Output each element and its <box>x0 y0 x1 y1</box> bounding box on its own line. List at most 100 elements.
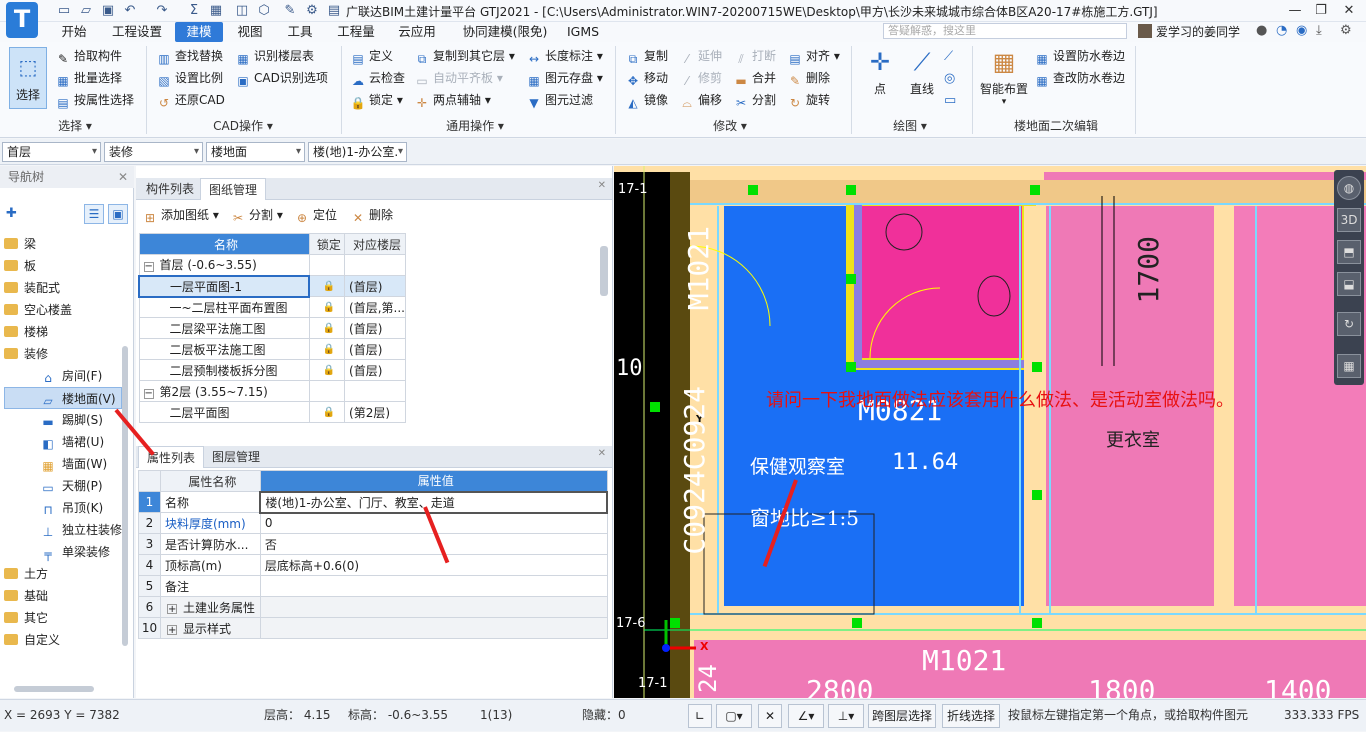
copy-button[interactable]: ⧉ 复制 <box>625 45 668 67</box>
grip-point[interactable] <box>1030 185 1040 195</box>
box-view-icon[interactable]: ⬓ <box>1337 272 1361 296</box>
nav-folder[interactable]: 基础 <box>4 585 122 607</box>
menu-quantity[interactable]: 工程量 <box>330 22 382 42</box>
split-button[interactable]: ✂ 分割 <box>733 89 776 111</box>
drawing-canvas[interactable]: Y X M1021 C0924C0924 M0821 保健观察室 11.64 窗… <box>614 166 1366 698</box>
collapse-icon[interactable]: − <box>143 388 154 399</box>
new-file-icon[interactable]: ▭ <box>56 3 72 19</box>
floor-group-row[interactable]: − 首层 (-0.6~3.55) <box>138 254 406 276</box>
nav-folder[interactable]: 自定义 <box>4 629 122 651</box>
break-button[interactable]: ⫽ 打断 <box>733 45 776 67</box>
point-button[interactable]: ✛ 点 <box>856 48 904 97</box>
move-button[interactable]: ✥ 移动 <box>625 67 668 89</box>
component-select[interactable]: 楼(地)1-办公室. <box>308 142 407 162</box>
auto-align-slab-button[interactable]: ▭ 自动平齐板 ▾ <box>414 67 503 89</box>
tool-icon[interactable]: ⚙ <box>304 3 320 19</box>
nav-item-floor[interactable]: ▱ 楼地面(V) <box>4 387 122 409</box>
lock-cell[interactable]: 🔒 <box>308 317 346 339</box>
nav-item-skirting[interactable]: ▬ 踢脚(S) <box>4 409 122 431</box>
prop-row[interactable]: 2 块料厚度(mm) 0 <box>138 512 608 534</box>
nav-hscrollbar[interactable] <box>14 686 94 692</box>
nav-folder[interactable]: 空心楼盖 <box>4 299 122 321</box>
select-button[interactable]: ⬚ 选择 <box>9 47 47 109</box>
set-scale-button[interactable]: ▧ 设置比例 <box>156 67 223 89</box>
grid-view-icon[interactable]: ▣ <box>108 204 128 224</box>
lock-cell[interactable]: 🔒 <box>308 359 346 381</box>
nav-item-column-finish[interactable]: ⊥ 独立柱装修 <box>4 519 122 541</box>
close-icon[interactable]: ✕ <box>118 166 128 188</box>
sum-icon[interactable]: Σ <box>186 3 202 19</box>
category-select[interactable]: 装修 <box>104 142 203 162</box>
grip-point[interactable] <box>1032 618 1042 628</box>
menu-view[interactable]: 视图 <box>230 22 270 42</box>
element-filter-button[interactable]: ▼ 图元过滤 <box>526 89 593 111</box>
type-select[interactable]: 楼地面 <box>206 142 305 162</box>
help-icon[interactable]: ◔ <box>1276 23 1287 38</box>
tab-component-list[interactable]: 构件列表 <box>138 178 202 200</box>
split-drawing-button[interactable]: ✂ 分割 ▾ <box>230 204 283 226</box>
cad-options-button[interactable]: ▣ CAD识别选项 <box>235 67 328 89</box>
settings-icon[interactable]: ⚙ <box>1340 23 1352 38</box>
restore-cad-button[interactable]: ↺ 还原CAD <box>156 89 225 111</box>
menu-modeling[interactable]: 建模 <box>175 22 223 42</box>
menu-tools[interactable]: 工具 <box>280 22 320 42</box>
prop-row[interactable]: 3 是否计算防水... 否 <box>138 533 608 555</box>
two-point-axis-button[interactable]: ✛ 两点辅轴 ▾ <box>414 89 491 111</box>
prop-value[interactable] <box>259 617 608 639</box>
redo-icon[interactable]: ↷ <box>154 3 170 19</box>
pen-icon[interactable]: ✎ <box>282 3 298 19</box>
lock-cell[interactable]: 🔒 <box>308 296 346 318</box>
cube-view-icon[interactable]: ⬒ <box>1337 240 1361 264</box>
length-dim-button[interactable]: ↔ 长度标注 ▾ <box>526 45 603 67</box>
close-icon[interactable]: ✕ <box>598 448 606 459</box>
drawing-row[interactable]: 一层平面图-1 🔒 (首层) <box>137 274 406 298</box>
trim-button[interactable]: ⁄ 修剪 <box>679 67 722 89</box>
tab-drawing-manage[interactable]: 图纸管理 <box>200 178 267 200</box>
cube-icon[interactable]: ⬡ <box>256 3 272 19</box>
grip-point[interactable] <box>846 274 856 284</box>
menu-igms[interactable]: IGMS <box>562 22 604 42</box>
drawing-scrollbar[interactable] <box>600 246 608 296</box>
restore-button[interactable]: ❐ <box>1306 0 1336 22</box>
polyline-select-button[interactable]: 折线选择 <box>942 704 1000 728</box>
mirror-button[interactable]: ◭ 镜像 <box>625 89 668 111</box>
pick-component-button[interactable]: ✎ 拾取构件 <box>55 45 122 67</box>
set-waterproof-button[interactable]: ▦ 设置防水卷边 <box>1034 45 1125 67</box>
expand-icon[interactable]: + <box>166 624 177 635</box>
find-replace-button[interactable]: ▥ 查找替换 <box>156 45 223 67</box>
floor-plan[interactable] <box>614 166 1366 698</box>
locate-button[interactable]: ⊕ 定位 <box>294 204 337 226</box>
nav-folder[interactable]: 装配式 <box>4 277 122 299</box>
nav-folder[interactable]: 楼梯 <box>4 321 122 343</box>
collapse-icon[interactable]: − <box>143 262 154 273</box>
3d-view-icon[interactable]: 3D <box>1337 208 1361 232</box>
grip-point[interactable] <box>852 618 862 628</box>
grip-point[interactable] <box>1032 362 1042 372</box>
edit-waterproof-button[interactable]: ▦ 查改防水卷边 <box>1034 67 1125 89</box>
download-icon[interactable]: ⤓ <box>1316 23 1322 38</box>
prop-value[interactable] <box>259 575 608 597</box>
define-button[interactable]: ▤ 定义 <box>350 45 393 67</box>
offset-mode-icon[interactable]: ⊥▾ <box>828 704 864 728</box>
tab-layers[interactable]: 图层管理 <box>204 446 268 468</box>
nav-folder[interactable]: 梁 <box>4 233 122 255</box>
delete-drawing-button[interactable]: ✕ 删除 <box>350 204 393 226</box>
save-icon[interactable]: ▣ <box>100 3 116 19</box>
nav-folder[interactable]: 土方 <box>4 563 122 585</box>
search-input[interactable]: 答疑解惑，搜这里 <box>883 23 1127 39</box>
fit-view-icon[interactable]: ▦ <box>1337 354 1361 378</box>
batch-select-button[interactable]: ▦ 批量选择 <box>55 67 122 89</box>
menu-collab[interactable]: 协同建模(限免) <box>452 22 558 42</box>
extend-button[interactable]: ⁄ 延伸 <box>679 45 722 67</box>
prop-row[interactable]: 10 + 显示样式 <box>138 617 608 639</box>
lock-cell[interactable] <box>308 254 346 276</box>
prop-row[interactable]: 4 顶标高(m) 层底标高+0.6(0) <box>138 554 608 576</box>
floor-group-row[interactable]: − 第2层 (3.55~7.15) <box>138 380 406 402</box>
smart-layout-button[interactable]: ▦ 智能布置 ▾ <box>976 48 1032 107</box>
drawing-row[interactable]: 二层平面图 🔒 (第2层) <box>138 401 406 423</box>
prop-value[interactable] <box>259 596 608 618</box>
nav-item-wall-finish[interactable]: ▦ 墙面(W) <box>4 453 122 475</box>
copy-to-floor-button[interactable]: ⧉ 复制到其它层 ▾ <box>414 45 515 67</box>
lock-cell[interactable]: 🔒 <box>308 338 346 360</box>
close-icon[interactable]: ✕ <box>598 180 606 191</box>
